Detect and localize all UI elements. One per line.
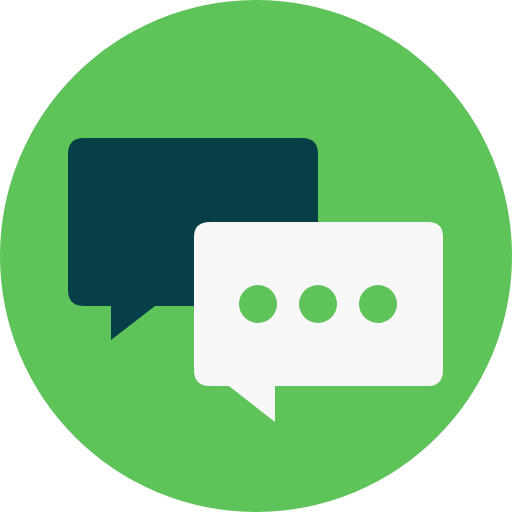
typing-indicator (239, 285, 397, 323)
chat-app-icon (0, 0, 512, 512)
typing-dot (359, 285, 397, 323)
typing-dot (239, 285, 277, 323)
typing-dot (299, 285, 337, 323)
chat-bubbles-icon (0, 0, 512, 512)
